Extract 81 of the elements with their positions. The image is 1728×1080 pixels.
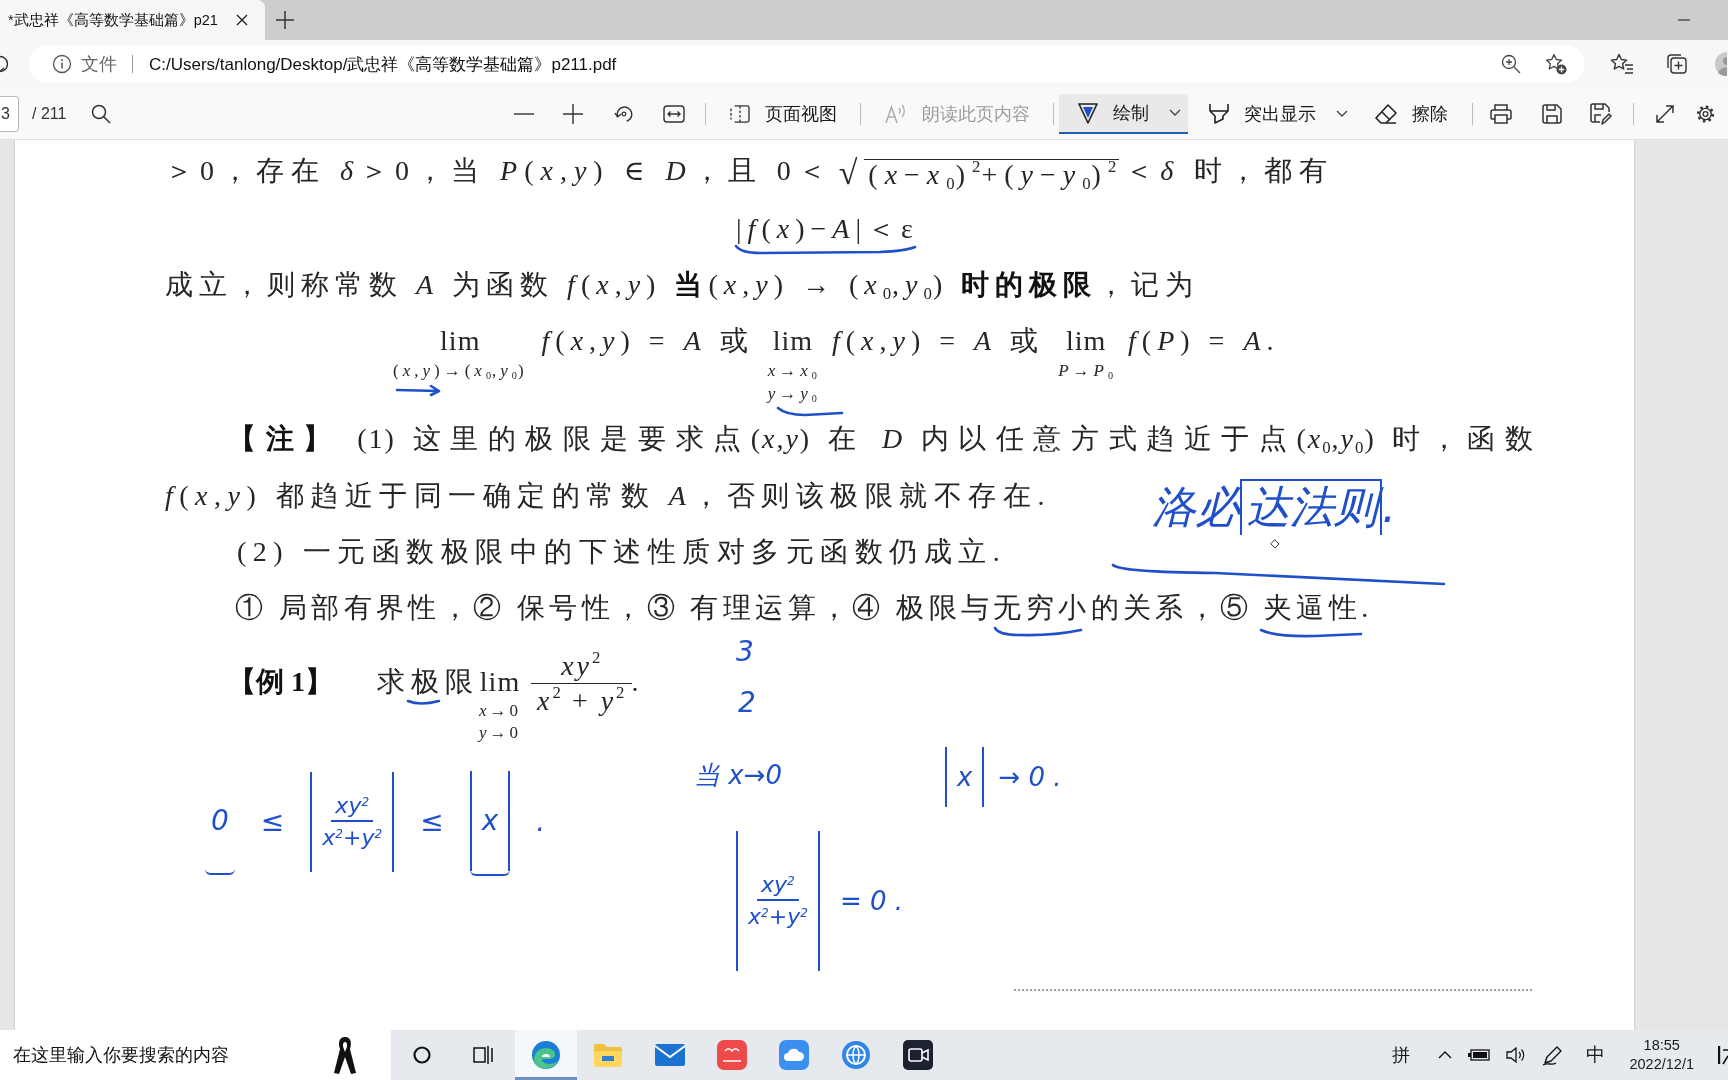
page-count: / 211 bbox=[32, 104, 67, 123]
ink-underline bbox=[776, 406, 844, 417]
collections-icon[interactable] bbox=[1666, 53, 1688, 75]
speaker-icon[interactable] bbox=[1506, 1046, 1527, 1064]
envelope-icon bbox=[654, 1043, 686, 1067]
page-view-button[interactable]: 页面视图 bbox=[722, 93, 846, 134]
url-text: C:/Users/tanlong/Desktop/武忠祥《高等数学基础篇》p211.pdf bbox=[149, 53, 617, 76]
limit-operator: lim (x,y)→(x$_{0}$,y$_{0}$) bbox=[393, 324, 528, 383]
task-view-icon bbox=[473, 1045, 495, 1065]
notification-icon[interactable] bbox=[1718, 1044, 1728, 1066]
fraction: xy$^{2}$ x$^{2}$ + y$^{2}$ bbox=[531, 649, 632, 718]
ink-underline bbox=[406, 699, 441, 705]
handwritten-number: 3 bbox=[736, 638, 754, 666]
folder-icon bbox=[593, 1042, 623, 1068]
ime-mode-indicator[interactable]: 拼 bbox=[1392, 1043, 1411, 1067]
cloud-icon bbox=[779, 1040, 809, 1070]
formula-text: f(x,y) = A 或 bbox=[540, 324, 755, 358]
sentence-period: . bbox=[631, 665, 645, 699]
properties-list: ① 局部有界性，② 保号性，③ 有理运算，④ 极限与无穷小的关系，⑤ 夹逼性. bbox=[235, 591, 1373, 625]
handwritten-number: 2 bbox=[738, 689, 756, 717]
eraser-icon bbox=[1375, 103, 1398, 124]
clock-button[interactable]: 18:55 2022/12/1 bbox=[1629, 1036, 1694, 1074]
handwritten-limit: x → 0 . bbox=[945, 745, 1062, 809]
limit-operator: lim x→x$_{0}$ y→y$_{0}$ bbox=[767, 324, 818, 405]
settings-icon bbox=[1696, 103, 1716, 124]
note-line: f(x,y) 都趋近于同一确定的常数 A，否则该极限就不存在. bbox=[165, 479, 1051, 513]
new-tab-icon[interactable] bbox=[276, 11, 294, 29]
clock-date: 2022/12/1 bbox=[1629, 1055, 1694, 1074]
example-prompt: 求极限 bbox=[377, 665, 479, 699]
definition-text: ＞0，存在 δ＞0，当 P(x,y) ∈ D，且 0＜ √(x−x$_{0}$)$^{2}$+(y−y$_{0}$)$^{2}$ ＜δ 时，都有 bbox=[165, 154, 1335, 190]
ink-arrow bbox=[395, 384, 441, 397]
refresh-icon[interactable] bbox=[0, 55, 8, 73]
info-icon[interactable] bbox=[52, 54, 72, 74]
address-bar[interactable]: 文件 C:/Users/tanlong/Desktop/武忠祥《高等数学基础篇》p211.pdf bbox=[29, 45, 1585, 83]
note-text: (2) 一元函数极限中的下述性质对多元函数仍成立. bbox=[237, 535, 1007, 569]
chevron-up-icon[interactable] bbox=[1438, 1051, 1453, 1059]
clock-time: 18:55 bbox=[1643, 1036, 1680, 1055]
printer-icon bbox=[1490, 103, 1513, 124]
ribbon-icon bbox=[333, 1035, 357, 1075]
video-camera-icon bbox=[903, 1040, 933, 1070]
zoom-in-icon[interactable] bbox=[1501, 54, 1521, 74]
limit-operator: lim P→P$_{0}$ bbox=[1058, 324, 1115, 383]
example-label: 【例 1】 bbox=[228, 665, 333, 699]
pen-icon bbox=[1078, 101, 1099, 124]
star-plus-icon[interactable] bbox=[1545, 53, 1567, 75]
handwritten-condition: 当 x→0 bbox=[694, 762, 782, 788]
formula-text: f(P) = A. bbox=[1127, 324, 1281, 358]
pen-cursor-icon bbox=[1270, 539, 1280, 549]
browser-tab[interactable]: *武忠祥《高等数学基础篇》p21 bbox=[0, 0, 265, 40]
erase-button[interactable]: 擦除 bbox=[1367, 93, 1457, 134]
definition-conclusion: 成立，则称常数 A 为函数 f(x,y) 当(x,y) → (x$_{0}$,y$_{0}$) 时的极限，记为 bbox=[165, 268, 1200, 302]
search-box[interactable]: 在这里输入你要搜索的内容 bbox=[0, 1030, 391, 1080]
handwritten-result: xy$^{2}$ x$^{2}$+y$^{2}$ = 0 . bbox=[736, 826, 903, 976]
minus-icon bbox=[514, 112, 535, 115]
fit-width-icon bbox=[663, 104, 686, 123]
avatar-icon[interactable] bbox=[1715, 52, 1727, 76]
inequality-formula: |f(x)−A|＜ε bbox=[736, 212, 919, 246]
globe-icon bbox=[841, 1040, 871, 1070]
page-number-field[interactable]: 3 bbox=[0, 95, 19, 132]
highlighter-icon bbox=[1209, 102, 1230, 125]
battery-icon[interactable] bbox=[1468, 1049, 1491, 1061]
note-line: 【注】 (1) 这里的极限是要求点(x,y) 在 D 内以任意方式趋近于点(x$_{0}$,y$_{0}$) 时，函数 bbox=[228, 422, 1535, 456]
app-tile-icon bbox=[717, 1040, 747, 1070]
highlight-button[interactable]: 突出显示 bbox=[1201, 93, 1357, 134]
read-aloud-icon bbox=[885, 103, 908, 124]
search-icon[interactable] bbox=[91, 103, 112, 124]
draw-button[interactable]: 绘制 bbox=[1059, 93, 1189, 134]
ring-icon bbox=[413, 1046, 431, 1064]
close-icon[interactable] bbox=[236, 14, 248, 26]
plus-icon bbox=[563, 103, 584, 124]
formula-text: f(x,y) = A 或 bbox=[830, 324, 1046, 358]
input-language-indicator[interactable]: 中 bbox=[1586, 1042, 1606, 1068]
star-list-icon[interactable] bbox=[1610, 53, 1634, 75]
browser-icon bbox=[531, 1040, 561, 1070]
rotate-icon bbox=[614, 103, 635, 124]
page-view-icon bbox=[730, 104, 751, 123]
site-label: 文件 bbox=[81, 53, 117, 76]
limit-operator: lim x→0 y→0 bbox=[479, 665, 522, 744]
diagonal-arrows-icon bbox=[1655, 103, 1676, 124]
floppy-pencil-icon bbox=[1590, 102, 1613, 125]
handwritten-inequality: 0 ≤ xy$^{2}$ x$^{2}$+y$^{2}$ ≤ x . bbox=[205, 752, 546, 892]
